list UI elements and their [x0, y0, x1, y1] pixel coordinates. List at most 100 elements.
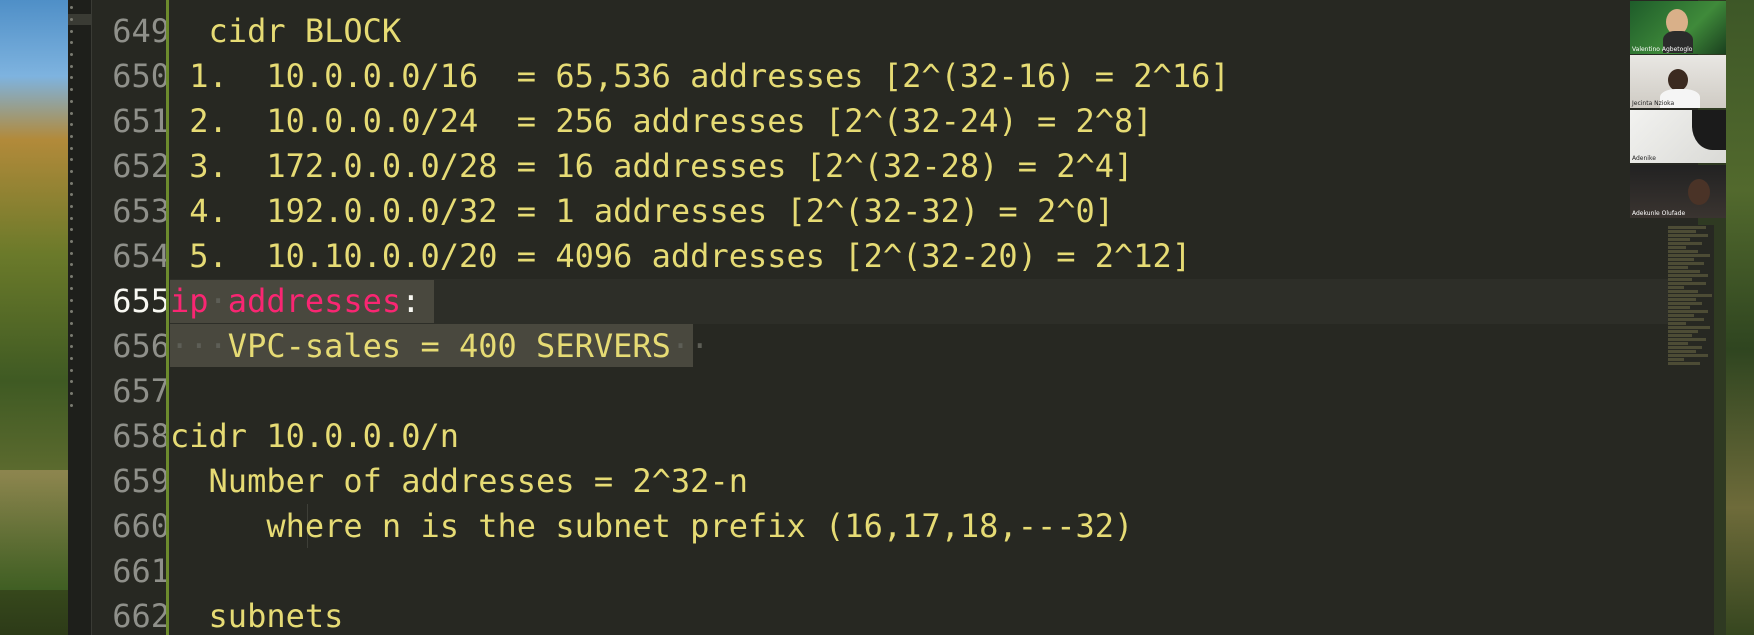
code-line[interactable]: 5. 10.10.0.0/20 = 4096 addresses [2^(32-… [170, 234, 1191, 279]
line-number: 656 [112, 327, 170, 365]
sidebar-item[interactable] [68, 166, 91, 178]
code-line[interactable]: 4. 192.0.0.0/32 = 1 addresses [2^(32-32)… [170, 189, 1114, 234]
sidebar-item[interactable] [68, 329, 91, 341]
sidebar-item[interactable] [68, 306, 91, 318]
code-line[interactable]: 3. 172.0.0.0/28 = 16 addresses [2^(32-28… [170, 144, 1133, 189]
avatar [1668, 69, 1688, 91]
minimap-line [1668, 326, 1710, 329]
line-number: 650 [112, 57, 170, 95]
sidebar-item[interactable] [68, 25, 91, 37]
line-number: 662 [112, 597, 170, 635]
keyword-token: ip [170, 282, 209, 320]
sidebar-item[interactable] [68, 142, 91, 154]
code-line[interactable]: cidr 10.0.0.0/n [170, 414, 459, 459]
sidebar-item[interactable] [68, 294, 91, 306]
code-line-text: VPC-sales = 400 SERVERS [227, 327, 671, 365]
sidebar-item[interactable] [68, 49, 91, 61]
code-line-keyword[interactable]: ip·addresses: [170, 279, 420, 324]
sidebar-item[interactable] [68, 96, 91, 108]
sidebar-item[interactable] [68, 201, 91, 213]
code-line[interactable]: 1. 10.0.0.0/16 = 65,536 addresses [2^(32… [170, 54, 1229, 99]
minimap-line [1668, 242, 1702, 245]
participant-tile[interactable]: Valentino Agbetoglo [1630, 1, 1726, 54]
avatar [1692, 110, 1726, 150]
line-number-gutter: 649 650 651 652 653 654 655 656 657 658 … [92, 0, 170, 635]
sidebar-item[interactable] [68, 353, 91, 365]
minimap-line [1668, 282, 1706, 285]
code-editor-window[interactable]: 649 650 651 652 653 654 655 656 657 658 … [68, 0, 1714, 635]
minimap-line [1668, 318, 1704, 321]
code-text-area[interactable]: cidr BLOCK 1. 10.0.0.0/16 = 65,536 addre… [170, 0, 1670, 635]
minimap-line [1668, 354, 1708, 357]
sidebar-item[interactable] [68, 283, 91, 295]
minimap-line [1668, 346, 1702, 349]
participant-name: Adenike [1632, 155, 1656, 162]
minimap-line [1668, 266, 1688, 269]
avatar [1688, 179, 1710, 205]
minimap[interactable] [1668, 225, 1714, 635]
minimap-line [1668, 302, 1702, 305]
sidebar-item[interactable] [68, 84, 91, 96]
line-number: 658 [112, 417, 170, 455]
video-call-participants[interactable]: Valentino Agbetoglo Jecinta Nzioka Adeni… [1630, 0, 1726, 230]
sidebar-item[interactable] [68, 107, 91, 119]
minimap-line [1668, 250, 1698, 253]
sidebar-item[interactable] [68, 189, 91, 201]
sidebar-item[interactable] [68, 259, 91, 271]
file-sidebar[interactable] [68, 0, 92, 635]
minimap-line [1668, 278, 1692, 281]
code-line[interactable]: cidr BLOCK [170, 9, 402, 54]
whitespace-marker: · [208, 282, 228, 320]
participant-name: Valentino Agbetoglo [1632, 46, 1693, 53]
sidebar-item[interactable] [68, 247, 91, 259]
minimap-line [1668, 334, 1692, 337]
sidebar-item[interactable] [68, 13, 91, 26]
sidebar-item[interactable] [68, 376, 91, 388]
line-number: 651 [112, 102, 170, 140]
line-number: 652 [112, 147, 170, 185]
participant-tile[interactable]: Adenike [1630, 110, 1726, 163]
participant-name: Jecinta Nzioka [1632, 100, 1675, 107]
line-number: 654 [112, 237, 170, 275]
sidebar-item[interactable] [68, 177, 91, 189]
modified-indicator-bar [166, 0, 169, 635]
sidebar-item[interactable] [68, 236, 91, 248]
code-line[interactable]: 2. 10.0.0.0/24 = 256 addresses [2^(32-24… [170, 99, 1152, 144]
minimap-line [1668, 230, 1696, 233]
sidebar-item[interactable] [68, 224, 91, 236]
line-number: 661 [112, 552, 170, 590]
line-number-current: 655 [112, 282, 170, 320]
code-line[interactable]: subnets [170, 594, 344, 635]
code-line[interactable]: Number of addresses = 2^32-n [170, 459, 748, 504]
sidebar-item[interactable] [68, 154, 91, 166]
sidebar-item[interactable] [68, 2, 91, 14]
minimap-line [1668, 322, 1686, 325]
keyword-token: addresses [227, 282, 402, 320]
minimap-line [1668, 362, 1700, 365]
sidebar-item[interactable] [68, 131, 91, 143]
sidebar-item[interactable] [68, 364, 91, 376]
sidebar-item[interactable] [68, 119, 91, 131]
participant-tile[interactable]: Adekunle Olufade [1630, 165, 1726, 218]
minimap-line [1668, 338, 1706, 341]
minimap-line [1668, 350, 1696, 353]
minimap-line [1668, 262, 1704, 265]
sidebar-item[interactable] [68, 341, 91, 353]
sidebar-item[interactable] [68, 212, 91, 224]
line-number: 660 [112, 507, 170, 545]
sidebar-item[interactable] [68, 60, 91, 72]
minimap-line [1668, 342, 1688, 345]
sidebar-item[interactable] [68, 72, 91, 84]
minimap-line [1668, 270, 1700, 273]
sidebar-item[interactable] [68, 37, 91, 49]
code-line[interactable]: ···VPC-sales = 400 SERVERS·· [170, 324, 709, 369]
sidebar-item[interactable] [68, 388, 91, 400]
sidebar-item[interactable] [68, 399, 91, 411]
sidebar-item[interactable] [68, 271, 91, 283]
participant-tile[interactable]: Jecinta Nzioka [1630, 55, 1726, 108]
code-line[interactable]: where n is the subnet prefix (16,17,18,-… [170, 504, 1133, 549]
minimap-line [1668, 238, 1690, 241]
participant-name: Adekunle Olufade [1632, 210, 1686, 217]
line-number: 659 [112, 462, 170, 500]
sidebar-item[interactable] [68, 318, 91, 330]
